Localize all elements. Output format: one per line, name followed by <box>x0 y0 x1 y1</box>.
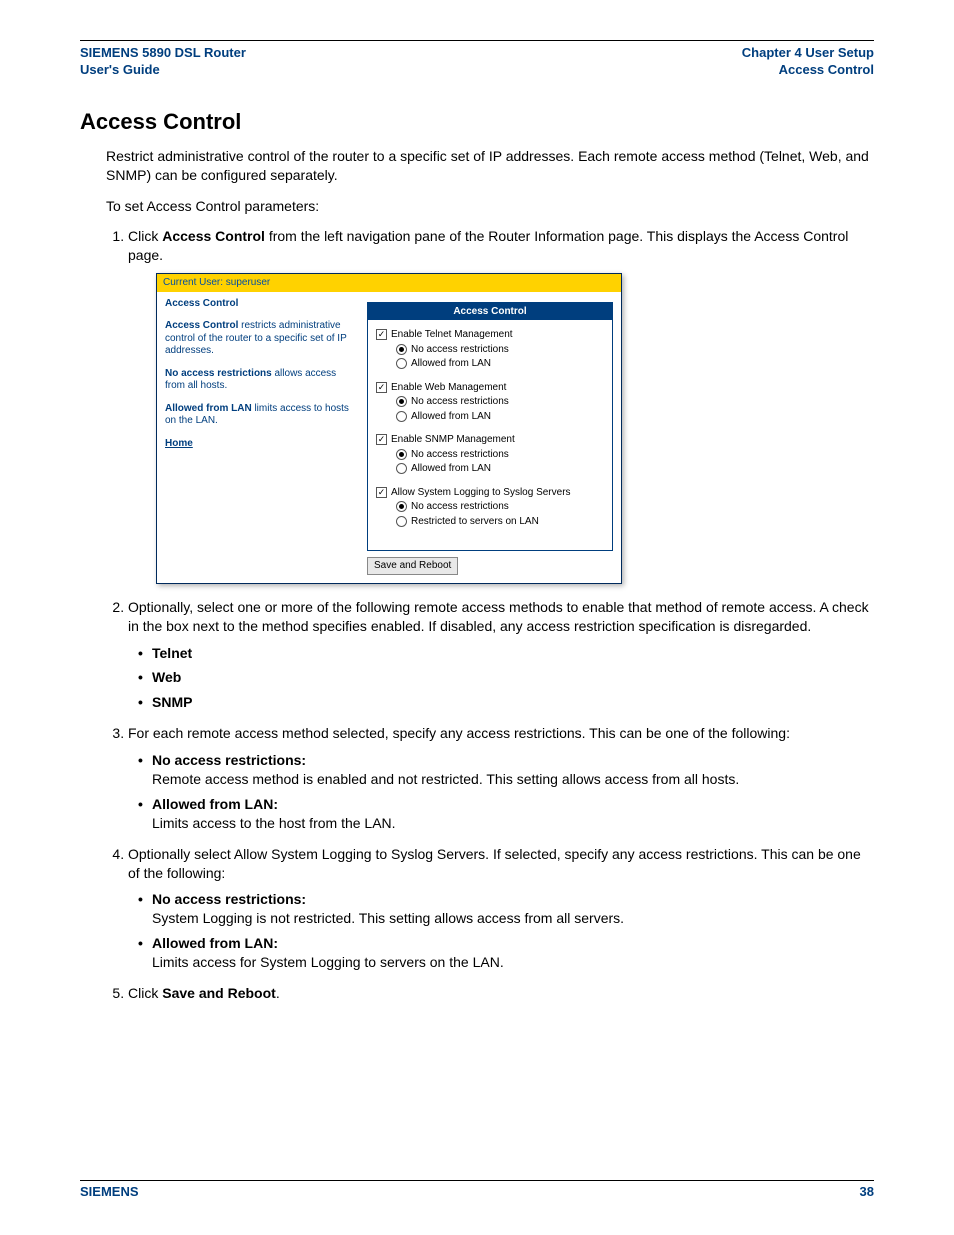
home-link[interactable]: Home <box>165 438 193 449</box>
enable-snmp-checkbox[interactable]: ✓ <box>376 434 387 445</box>
web-no-restrictions-radio[interactable] <box>396 396 407 407</box>
syslog-no-restrictions-radio[interactable] <box>396 501 407 512</box>
snmp-allowed-lan-radio[interactable] <box>396 463 407 474</box>
enable-telnet-checkbox[interactable]: ✓ <box>376 329 387 340</box>
header-chapter: Chapter 4 User Setup <box>742 45 874 62</box>
header-section: Access Control <box>742 62 874 79</box>
access-control-screenshot: Current User: superuser Access Control A… <box>156 273 622 584</box>
step-2: Optionally, select one or more of the fo… <box>128 598 874 712</box>
telnet-no-restrictions-radio[interactable] <box>396 344 407 355</box>
save-and-reboot-button[interactable]: Save and Reboot <box>367 557 458 575</box>
footer-page-number: 38 <box>860 1184 874 1199</box>
current-user-bar: Current User: superuser <box>157 274 621 292</box>
section-title: Access Control <box>80 109 874 135</box>
intro-paragraph-2: To set Access Control parameters: <box>106 197 874 216</box>
telnet-allowed-lan-radio[interactable] <box>396 358 407 369</box>
snmp-no-restrictions-radio[interactable] <box>396 449 407 460</box>
bullet-web: Web <box>152 669 181 685</box>
step-5: Click Save and Reboot. <box>128 984 874 1003</box>
intro-paragraph-1: Restrict administrative control of the r… <box>106 147 874 185</box>
bullet-snmp: SNMP <box>152 694 192 710</box>
web-allowed-lan-radio[interactable] <box>396 411 407 422</box>
step-3: For each remote access method selected, … <box>128 724 874 832</box>
footer-brand: SIEMENS <box>80 1184 139 1199</box>
allow-syslog-checkbox[interactable]: ✓ <box>376 487 387 498</box>
header-product: SIEMENS 5890 DSL Router <box>80 45 246 62</box>
panel-header: Access Control <box>368 303 612 321</box>
shot-left-title: Access Control <box>165 298 351 311</box>
step-4: Optionally select Allow System Logging t… <box>128 845 874 972</box>
header-guide: User's Guide <box>80 62 246 79</box>
syslog-restricted-lan-radio[interactable] <box>396 516 407 527</box>
bullet-telnet: Telnet <box>152 645 192 661</box>
step-1: Click Access Control from the left navig… <box>128 227 874 583</box>
page-header: SIEMENS 5890 DSL Router User's Guide Cha… <box>80 45 874 79</box>
enable-web-checkbox[interactable]: ✓ <box>376 382 387 393</box>
